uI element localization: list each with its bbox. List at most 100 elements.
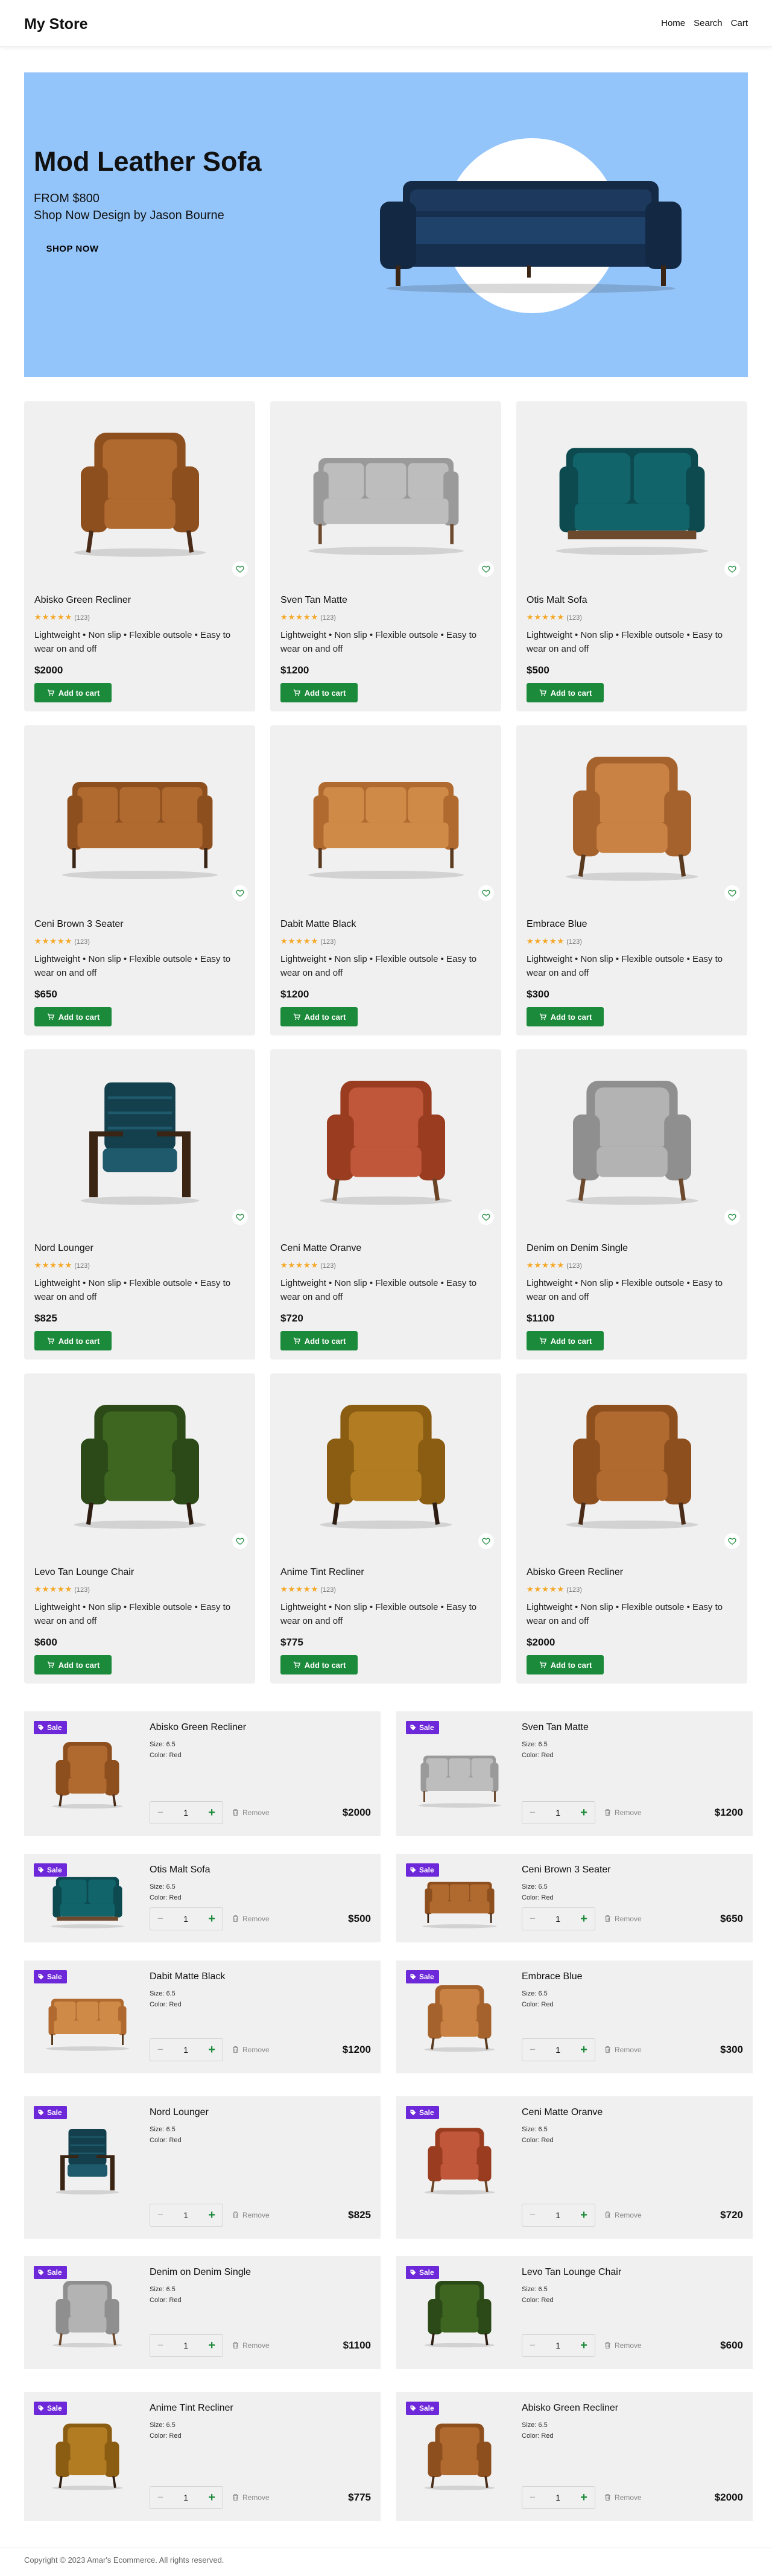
- add-to-cart-button[interactable]: Add to cart: [280, 1655, 358, 1674]
- product-image[interactable]: [270, 401, 501, 582]
- nav-home-link[interactable]: Home: [661, 18, 685, 28]
- product-image[interactable]: [24, 1049, 255, 1230]
- quantity-value[interactable]: 1: [183, 2045, 188, 2055]
- remove-button[interactable]: Remove: [232, 2341, 270, 2350]
- product-name[interactable]: Sven Tan Matte: [280, 595, 347, 606]
- cart-item-image[interactable]: [36, 2404, 139, 2507]
- favorite-button[interactable]: [232, 1209, 248, 1225]
- cart-item-name[interactable]: Nord Lounger: [150, 2107, 209, 2118]
- product-card[interactable]: Sven Tan Matte ★★★★★ (123) Lightweight • …: [270, 401, 501, 711]
- remove-button[interactable]: Remove: [232, 2045, 270, 2054]
- decrease-quantity-button[interactable]: −: [530, 1807, 536, 1819]
- quantity-value[interactable]: 1: [555, 1808, 560, 1818]
- product-name[interactable]: Abisko Green Recliner: [527, 1567, 623, 1578]
- decrease-quantity-button[interactable]: −: [530, 1913, 536, 1925]
- cart-item-name[interactable]: Sven Tan Matte: [522, 1722, 589, 1733]
- shop-now-button[interactable]: SHOP NOW: [34, 237, 111, 261]
- favorite-button[interactable]: [724, 1209, 740, 1225]
- quantity-value[interactable]: 1: [183, 2341, 188, 2350]
- decrease-quantity-button[interactable]: −: [157, 2492, 163, 2504]
- cart-item-image[interactable]: [408, 1723, 511, 1824]
- add-to-cart-button[interactable]: Add to cart: [527, 1655, 604, 1674]
- cart-item-name[interactable]: Levo Tan Lounge Chair: [522, 2267, 621, 2278]
- product-card[interactable]: Levo Tan Lounge Chair ★★★★★ (123) Lightwe…: [24, 1373, 255, 1684]
- remove-button[interactable]: Remove: [604, 1914, 642, 1923]
- product-name[interactable]: Otis Malt Sofa: [527, 595, 587, 606]
- increase-quantity-button[interactable]: +: [580, 1912, 587, 1926]
- cart-item-name[interactable]: Dabit Matte Black: [150, 1971, 225, 1982]
- remove-button[interactable]: Remove: [232, 1914, 270, 1923]
- product-card[interactable]: Dabit Matte Black ★★★★★ (123) Lightweight…: [270, 725, 501, 1035]
- cart-item-name[interactable]: Abisko Green Recliner: [150, 1722, 246, 1733]
- favorite-button[interactable]: [478, 1209, 494, 1225]
- increase-quantity-button[interactable]: +: [208, 2339, 215, 2353]
- favorite-button[interactable]: [232, 561, 248, 577]
- product-image[interactable]: [24, 401, 255, 582]
- quantity-value[interactable]: 1: [183, 2493, 188, 2502]
- remove-button[interactable]: Remove: [604, 1808, 642, 1817]
- remove-button[interactable]: Remove: [232, 2210, 270, 2219]
- cart-item-image[interactable]: [408, 2404, 511, 2507]
- cart-item-name[interactable]: Anime Tint Recliner: [150, 2403, 233, 2414]
- decrease-quantity-button[interactable]: −: [530, 2209, 536, 2221]
- add-to-cart-button[interactable]: Add to cart: [34, 1007, 112, 1026]
- increase-quantity-button[interactable]: +: [208, 1912, 215, 1926]
- product-name[interactable]: Dabit Matte Black: [280, 919, 356, 930]
- favorite-button[interactable]: [724, 885, 740, 901]
- product-image[interactable]: [24, 725, 255, 906]
- favorite-button[interactable]: [232, 1533, 248, 1549]
- remove-button[interactable]: Remove: [232, 1808, 270, 1817]
- cart-item-image[interactable]: [408, 1973, 511, 2061]
- remove-button[interactable]: Remove: [604, 2210, 642, 2219]
- add-to-cart-button[interactable]: Add to cart: [34, 1655, 112, 1674]
- product-card[interactable]: Abisko Green Recliner ★★★★★ (123) Lightwe…: [24, 401, 255, 711]
- product-image[interactable]: [516, 1373, 747, 1554]
- product-card[interactable]: Anime Tint Recliner ★★★★★ (123) Lightweig…: [270, 1373, 501, 1684]
- product-card[interactable]: Otis Malt Sofa ★★★★★ (123) Lightweight • …: [516, 401, 747, 711]
- product-name[interactable]: Ceni Matte Oranve: [280, 1243, 361, 1254]
- quantity-value[interactable]: 1: [555, 2045, 560, 2055]
- decrease-quantity-button[interactable]: −: [530, 2339, 536, 2352]
- decrease-quantity-button[interactable]: −: [157, 2339, 163, 2352]
- product-name[interactable]: Embrace Blue: [527, 919, 587, 930]
- increase-quantity-button[interactable]: +: [580, 2043, 587, 2057]
- cart-item-image[interactable]: [36, 1723, 139, 1824]
- store-logo[interactable]: My Store: [24, 16, 88, 33]
- cart-item-name[interactable]: Ceni Matte Oranve: [522, 2107, 603, 2118]
- quantity-value[interactable]: 1: [555, 2493, 560, 2502]
- favorite-button[interactable]: [724, 1533, 740, 1549]
- favorite-button[interactable]: [478, 561, 494, 577]
- nav-cart-link[interactable]: Cart: [731, 18, 748, 28]
- quantity-value[interactable]: 1: [183, 2210, 188, 2220]
- increase-quantity-button[interactable]: +: [208, 2491, 215, 2505]
- add-to-cart-button[interactable]: Add to cart: [280, 1331, 358, 1350]
- product-name[interactable]: Levo Tan Lounge Chair: [34, 1567, 134, 1578]
- product-image[interactable]: [270, 1373, 501, 1554]
- product-card[interactable]: Abisko Green Recliner ★★★★★ (123) Lightwe…: [516, 1373, 747, 1684]
- product-card[interactable]: Embrace Blue ★★★★★ (123) Lightweight • No…: [516, 725, 747, 1035]
- product-name[interactable]: Nord Lounger: [34, 1243, 93, 1254]
- cart-item-image[interactable]: [36, 2268, 139, 2357]
- add-to-cart-button[interactable]: Add to cart: [280, 1007, 358, 1026]
- add-to-cart-button[interactable]: Add to cart: [527, 1331, 604, 1350]
- product-image[interactable]: [516, 725, 747, 906]
- cart-item-name[interactable]: Abisko Green Recliner: [522, 2403, 618, 2414]
- increase-quantity-button[interactable]: +: [208, 2043, 215, 2057]
- product-image[interactable]: [516, 401, 747, 582]
- favorite-button[interactable]: [232, 885, 248, 901]
- quantity-value[interactable]: 1: [555, 2341, 560, 2350]
- cart-item-name[interactable]: Otis Malt Sofa: [150, 1865, 210, 1875]
- increase-quantity-button[interactable]: +: [580, 2339, 587, 2353]
- quantity-value[interactable]: 1: [183, 1914, 188, 1924]
- decrease-quantity-button[interactable]: −: [530, 2492, 536, 2504]
- cart-item-image[interactable]: [36, 2108, 139, 2211]
- favorite-button[interactable]: [478, 885, 494, 901]
- add-to-cart-button[interactable]: Add to cart: [527, 683, 604, 702]
- remove-button[interactable]: Remove: [232, 2493, 270, 2502]
- decrease-quantity-button[interactable]: −: [157, 2044, 163, 2056]
- product-name[interactable]: Anime Tint Recliner: [280, 1567, 364, 1578]
- product-image[interactable]: [516, 1049, 747, 1230]
- product-name[interactable]: Ceni Brown 3 Seater: [34, 919, 124, 930]
- quantity-value[interactable]: 1: [555, 1914, 560, 1924]
- favorite-button[interactable]: [478, 1533, 494, 1549]
